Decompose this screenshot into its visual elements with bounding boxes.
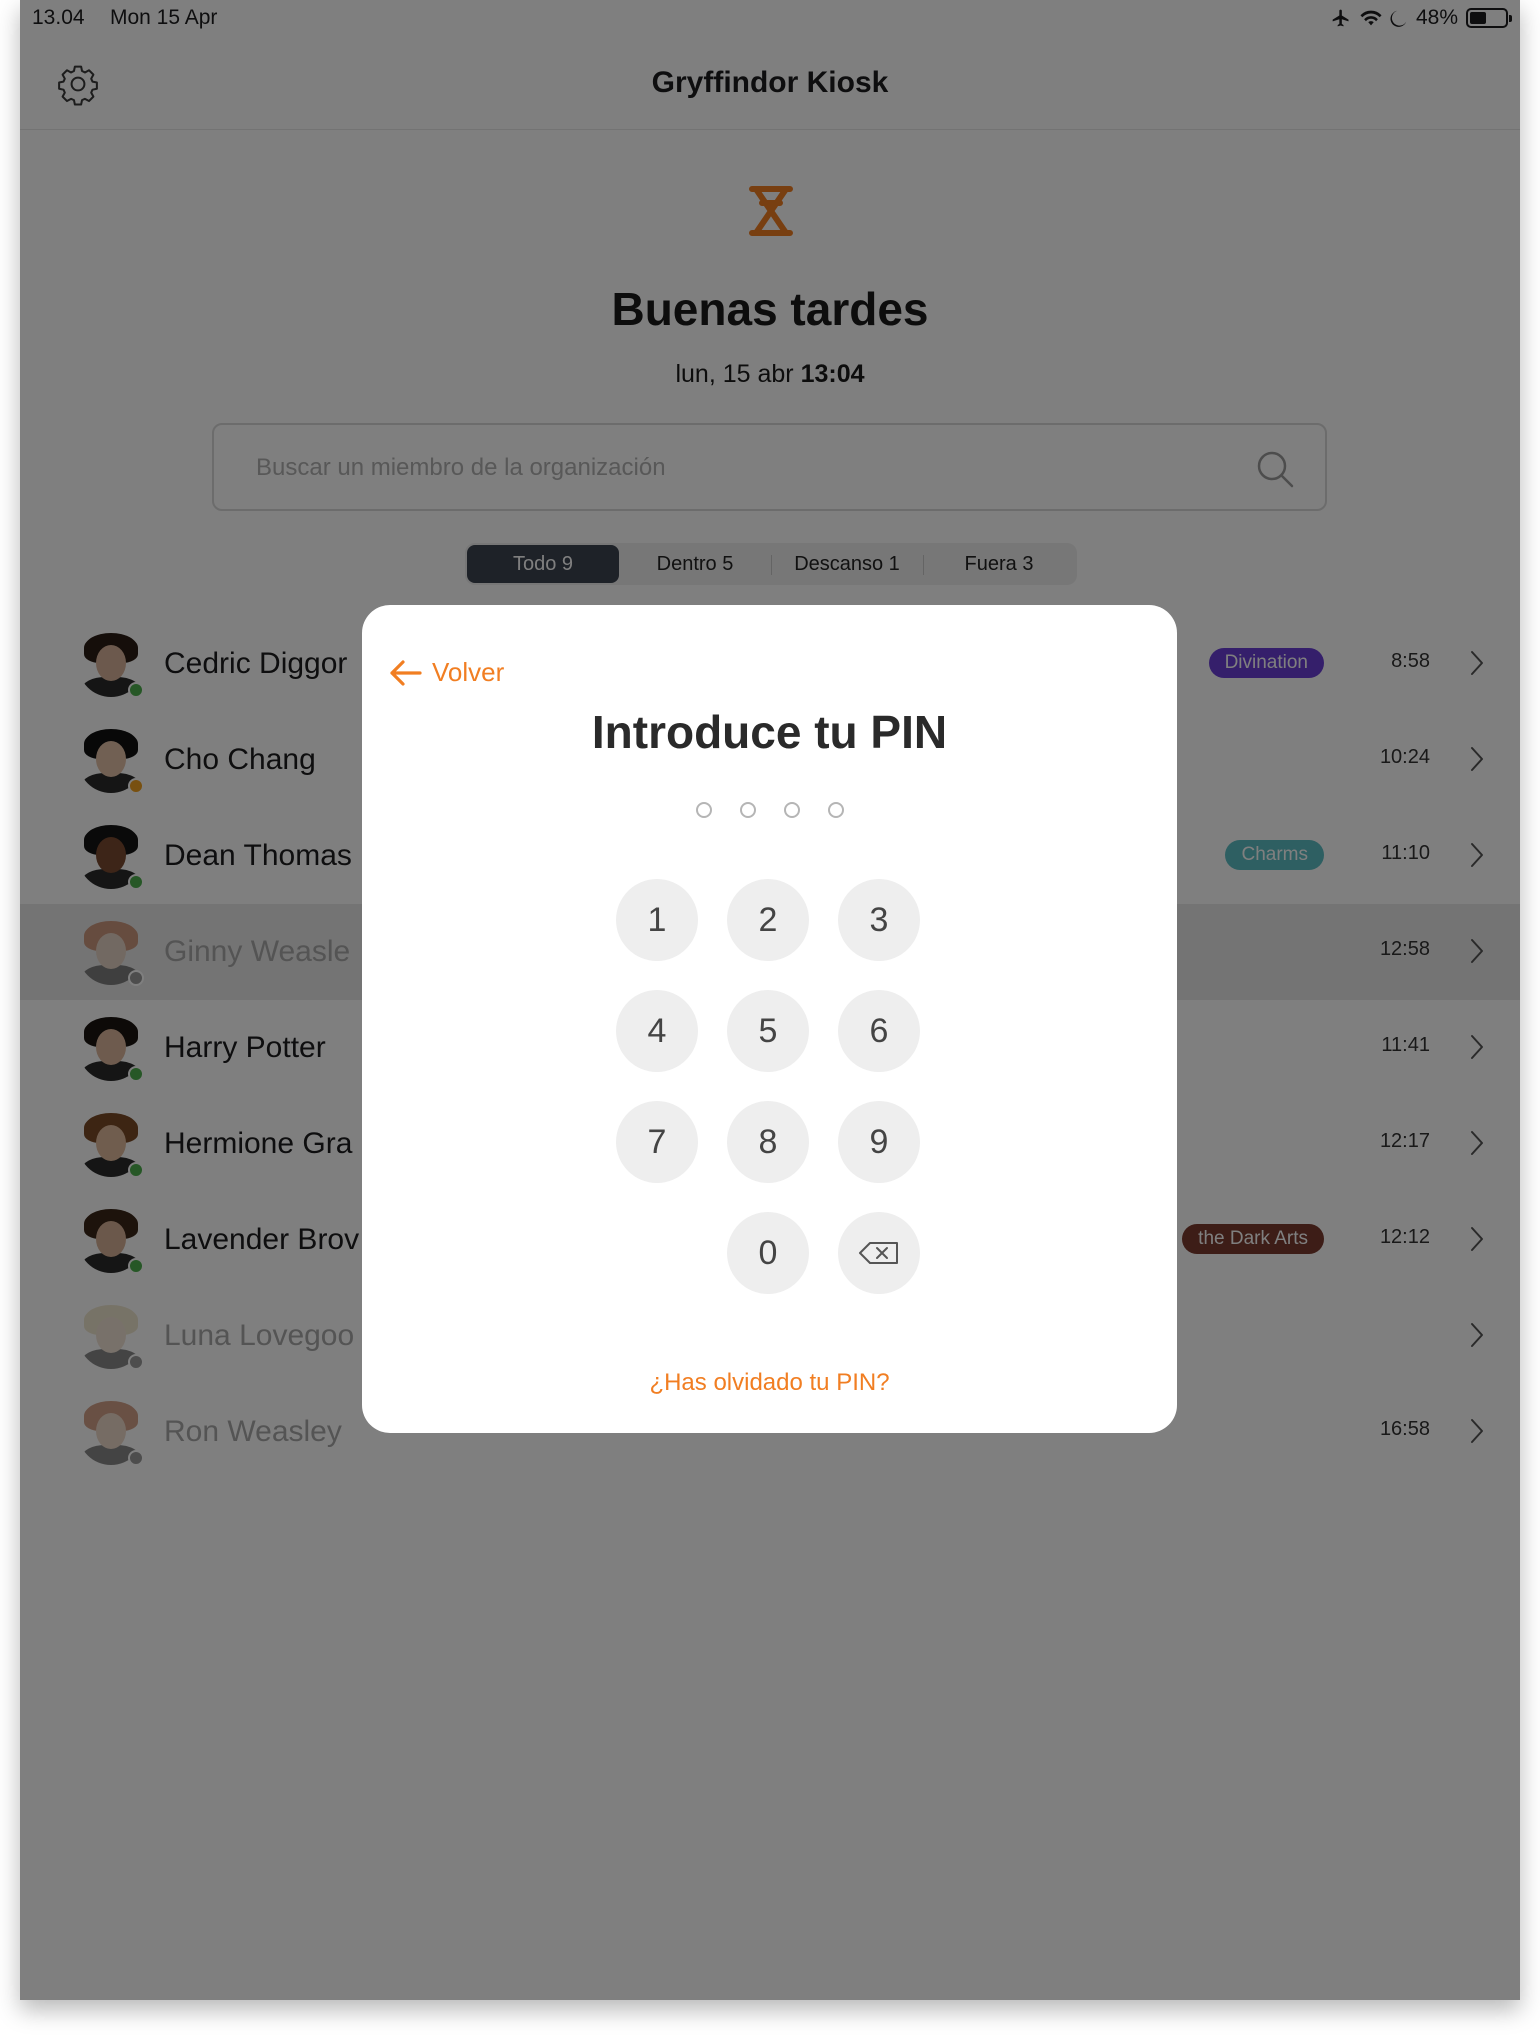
- pin-digit-dot: [827, 802, 844, 818]
- forgot-pin-link[interactable]: ¿Has olvidado tu PIN?: [362, 1369, 1177, 1397]
- pin-modal: Volver Introduce tu PIN 1 2 3 4 5 6 7 8 …: [362, 605, 1177, 1433]
- back-button[interactable]: Volver: [388, 657, 504, 688]
- key-9[interactable]: 9: [838, 1101, 920, 1183]
- key-3[interactable]: 3: [838, 879, 920, 961]
- backspace-button[interactable]: [838, 1212, 920, 1294]
- key-7[interactable]: 7: [616, 1101, 698, 1183]
- key-2[interactable]: 2: [727, 879, 809, 961]
- pin-digit-dot: [695, 802, 712, 818]
- back-label: Volver: [432, 657, 505, 687]
- key-6[interactable]: 6: [838, 990, 920, 1072]
- pin-digit-dot: [783, 802, 800, 818]
- key-5[interactable]: 5: [727, 990, 809, 1072]
- arrow-left-icon: [390, 659, 422, 686]
- key-0[interactable]: 0: [727, 1212, 809, 1294]
- key-4[interactable]: 4: [616, 990, 698, 1072]
- pin-digit-dot: [739, 802, 756, 818]
- pin-title: Introduce tu PIN: [591, 706, 948, 758]
- kiosk-screen: 13.04 Mon 15 Apr 48% Gryffindor Kiosk Bu…: [20, 0, 1520, 2000]
- backspace-icon: [859, 1242, 898, 1264]
- key-1[interactable]: 1: [616, 879, 698, 961]
- key-8[interactable]: 8: [727, 1101, 809, 1183]
- pin-indicator: [362, 802, 1177, 818]
